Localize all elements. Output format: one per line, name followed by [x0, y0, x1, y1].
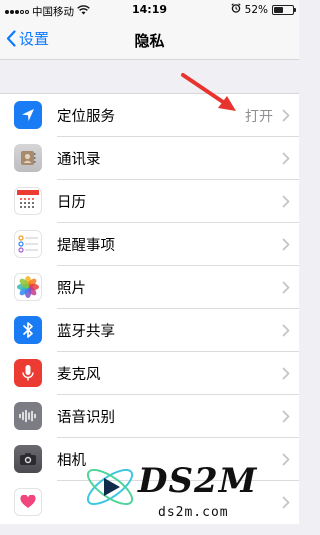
chevron-left-icon — [6, 30, 16, 47]
privacy-settings-list: 定位服务 打开 通讯录 日历 提醒事项 照片 蓝牙共享 麦克风 语音识别 相机 — [0, 93, 299, 524]
row-label: 日历 — [57, 195, 86, 211]
chevron-right-icon — [282, 195, 290, 208]
camera-icon — [14, 445, 42, 473]
chevron-right-icon — [282, 238, 290, 251]
chevron-right-icon — [282, 281, 290, 294]
row-label: 麦克风 — [57, 367, 101, 383]
chevron-right-icon — [282, 152, 290, 165]
row-microphone[interactable]: 麦克风 — [0, 352, 299, 395]
row-camera[interactable]: 相机 — [0, 438, 299, 481]
reminders-icon — [14, 230, 42, 258]
row-label: 定位服务 — [57, 109, 115, 125]
chevron-right-icon — [282, 496, 290, 509]
bluetooth-icon — [14, 316, 42, 344]
back-button[interactable]: 设置 — [6, 28, 49, 49]
row-bluetooth-sharing[interactable]: 蓝牙共享 — [0, 309, 299, 352]
row-reminders[interactable]: 提醒事项 — [0, 223, 299, 266]
row-label: 提醒事项 — [57, 238, 115, 254]
location-icon — [14, 101, 42, 129]
chevron-right-icon — [282, 109, 290, 122]
battery-fill — [274, 6, 283, 13]
status-bar: 中国移动 14:19 52% — [0, 0, 299, 20]
row-speech-recognition[interactable]: 语音识别 — [0, 395, 299, 438]
contacts-icon — [14, 144, 42, 172]
row-location-services[interactable]: 定位服务 打开 — [0, 94, 299, 137]
row-photos[interactable]: 照片 — [0, 266, 299, 309]
chevron-right-icon — [282, 453, 290, 466]
row-value: 打开 — [245, 108, 273, 125]
row-label: 蓝牙共享 — [57, 324, 115, 340]
back-label: 设置 — [19, 30, 50, 48]
calendar-icon — [14, 187, 42, 215]
row-label: 语音识别 — [57, 410, 115, 426]
row-label: 相机 — [57, 453, 86, 469]
status-right: 52% — [231, 3, 296, 16]
speech-recognition-icon — [14, 402, 42, 430]
battery-icon — [272, 4, 296, 15]
chevron-right-icon — [282, 367, 290, 380]
row-health[interactable] — [0, 481, 299, 524]
row-label: 通讯录 — [57, 152, 101, 168]
chevron-right-icon — [282, 410, 290, 423]
battery-percent: 52% — [244, 3, 268, 16]
row-calendars[interactable]: 日历 — [0, 180, 299, 223]
navigation-bar: 设置 隐私 — [0, 20, 299, 60]
photos-icon — [14, 273, 42, 301]
health-icon — [14, 488, 42, 516]
row-label: 照片 — [57, 281, 86, 297]
chevron-right-icon — [282, 324, 290, 337]
alarm-icon — [231, 3, 241, 16]
microphone-icon — [14, 359, 42, 387]
row-contacts[interactable]: 通讯录 — [0, 137, 299, 180]
